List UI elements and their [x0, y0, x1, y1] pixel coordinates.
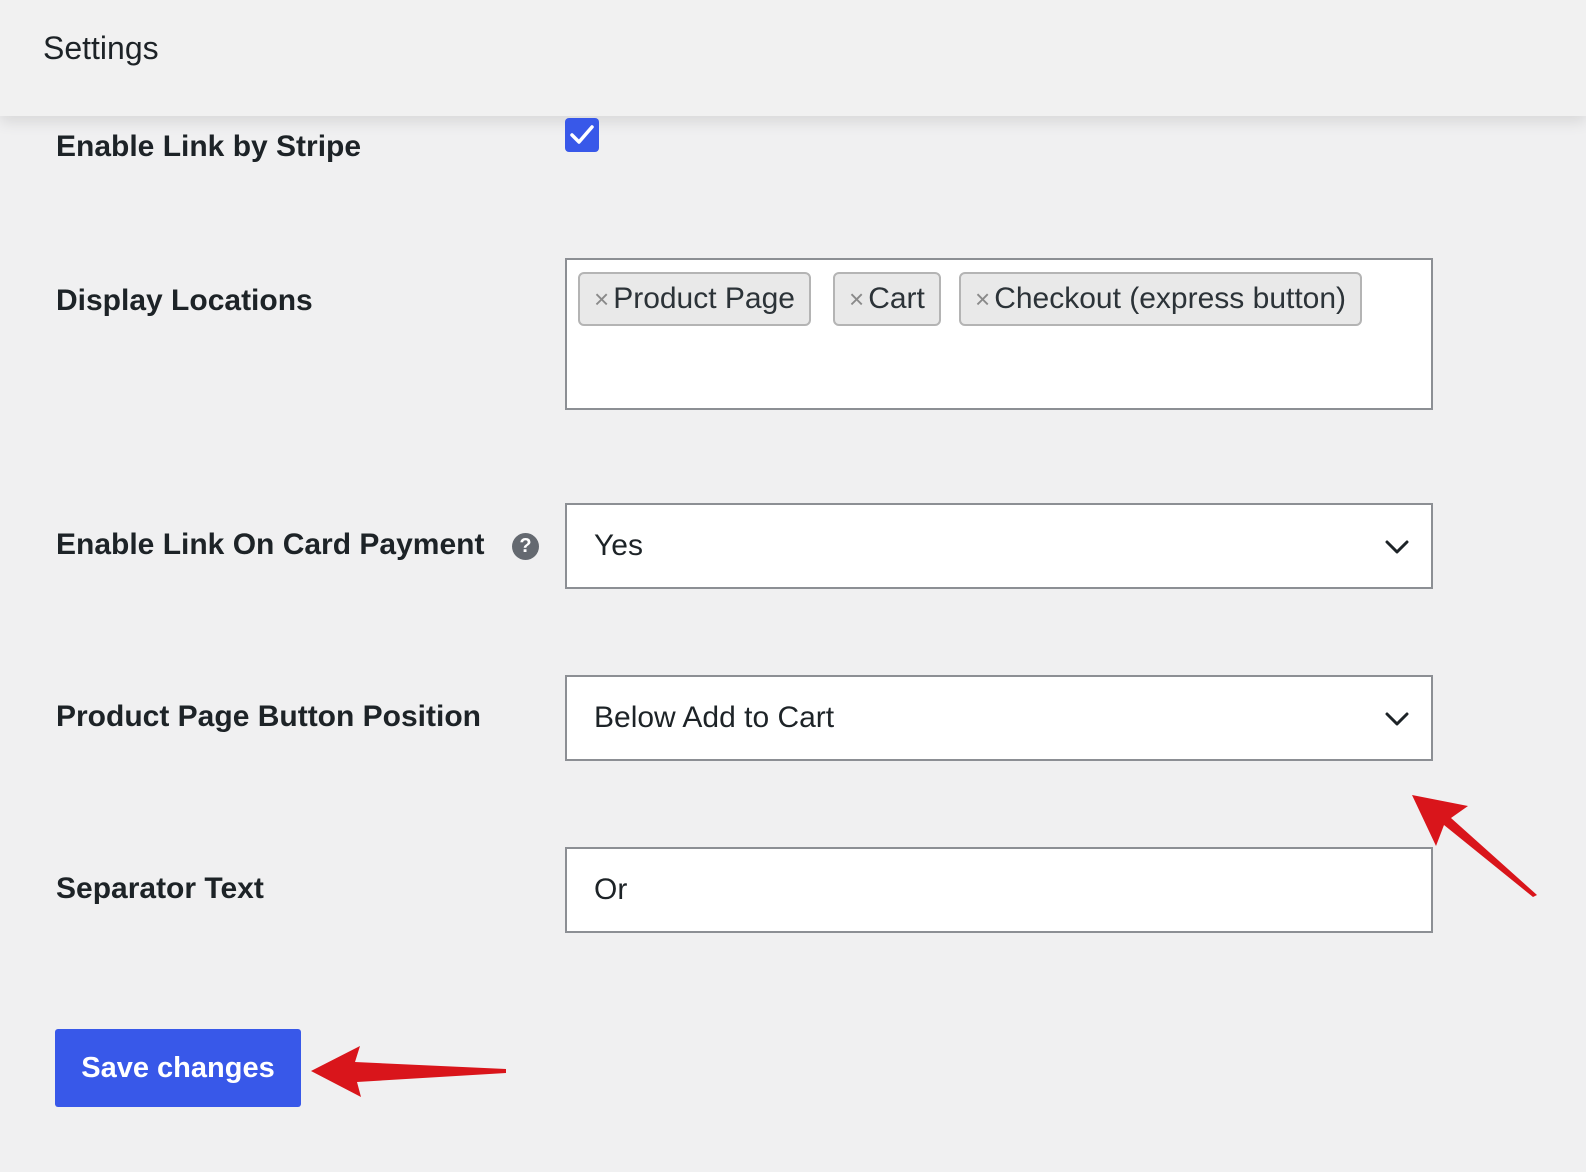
enable-link-checkbox[interactable] — [565, 118, 599, 152]
card-payment-label: Enable Link On Card Payment — [56, 528, 485, 561]
enable-link-label: Enable Link by Stripe — [56, 130, 362, 163]
token-product-page[interactable]: × Product Page — [578, 272, 811, 326]
separator-text-value: Or — [594, 873, 628, 906]
display-locations-label: Display Locations — [56, 284, 313, 317]
separator-text-label: Separator Text — [56, 872, 264, 905]
question-circle-icon[interactable]: ? — [512, 533, 539, 560]
remove-token-icon[interactable]: × — [975, 284, 990, 315]
display-locations-multiselect[interactable]: × Product Page × Cart × Checkout (expres… — [565, 258, 1433, 410]
top-bar: Settings — [0, 0, 1586, 116]
separator-text-input[interactable]: Or — [565, 847, 1433, 933]
token-label: Product Page — [613, 282, 795, 315]
token-label: Checkout (express button) — [994, 282, 1347, 315]
card-payment-select[interactable]: Yes — [565, 503, 1433, 589]
token-cart[interactable]: × Cart — [833, 272, 941, 326]
token-label: Cart — [868, 282, 925, 315]
page-title: Settings — [43, 30, 159, 66]
remove-token-icon[interactable]: × — [849, 284, 864, 315]
chevron-down-icon — [1385, 712, 1409, 726]
button-position-label: Product Page Button Position — [56, 700, 481, 733]
card-payment-value: Yes — [594, 529, 643, 562]
save-changes-button[interactable]: Save changes — [55, 1029, 301, 1107]
chevron-down-icon — [1385, 540, 1409, 554]
annotation-arrow-save — [311, 1046, 506, 1097]
remove-token-icon[interactable]: × — [594, 284, 609, 315]
token-checkout[interactable]: × Checkout (express button) — [959, 272, 1363, 326]
button-position-select[interactable]: Below Add to Cart — [565, 675, 1433, 761]
checkmark-icon — [570, 125, 594, 144]
button-position-value: Below Add to Cart — [594, 701, 835, 734]
